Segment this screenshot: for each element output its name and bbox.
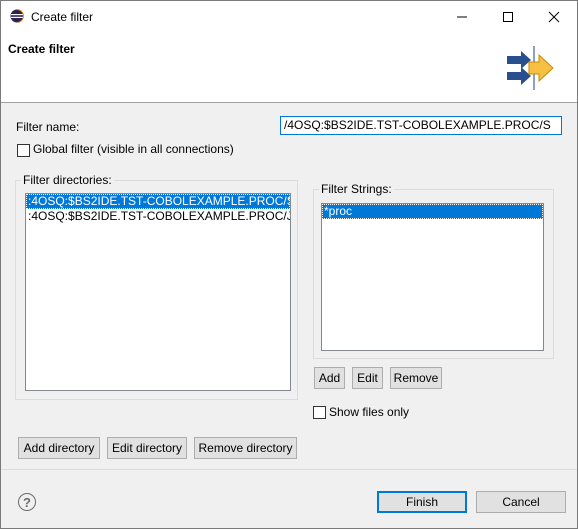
maximize-icon <box>503 11 513 22</box>
global-filter-checkbox[interactable] <box>17 144 30 157</box>
filter-directories-label: Filter directories: <box>21 173 114 187</box>
maximize-button[interactable] <box>485 1 531 32</box>
edit-filter-string-button[interactable]: Edit <box>352 367 383 389</box>
help-icon[interactable]: ? <box>18 493 36 511</box>
cancel-button[interactable]: Cancel <box>476 491 566 513</box>
global-filter-label: Global filter (visible in all connection… <box>33 142 234 156</box>
filter-directories-list[interactable]: :4OSQ:$BS2IDE.TST-COBOLEXAMPLE.PROC/S :4… <box>25 193 291 391</box>
add-filter-string-button[interactable]: Add <box>314 367 345 389</box>
list-item[interactable]: *proc <box>322 204 543 219</box>
filter-name-input[interactable]: /4OSQ:$BS2IDE.TST-COBOLEXAMPLE.PROC/S <box>280 116 562 135</box>
window-title: Create filter <box>31 10 94 24</box>
add-directory-button[interactable]: Add directory <box>18 437 100 459</box>
dialog-body: Filter name: /4OSQ:$BS2IDE.TST-COBOLEXAM… <box>1 103 577 528</box>
list-item[interactable]: :4OSQ:$BS2IDE.TST-COBOLEXAMPLE.PROC/J <box>26 209 290 224</box>
close-icon <box>548 11 560 22</box>
close-button[interactable] <box>531 1 577 32</box>
create-filter-dialog: Create filter Create filter Filter name:… <box>0 0 578 529</box>
footer-separator <box>1 469 577 470</box>
remove-directory-button[interactable]: Remove directory <box>194 437 297 459</box>
wizard-header: Create filter <box>1 32 577 103</box>
title-bar[interactable]: Create filter <box>1 1 577 32</box>
remove-filter-string-button[interactable]: Remove <box>390 367 442 389</box>
wizard-arrows-icon <box>507 46 554 90</box>
filter-strings-label: Filter Strings: <box>319 182 394 196</box>
page-title: Create filter <box>8 42 75 56</box>
eclipse-app-icon <box>10 9 24 23</box>
minimize-icon <box>457 16 467 17</box>
show-files-only-label: Show files only <box>329 405 410 419</box>
edit-directory-button[interactable]: Edit directory <box>107 437 187 459</box>
finish-button[interactable]: Finish <box>377 491 467 513</box>
filter-name-label: Filter name: <box>16 120 80 134</box>
filter-strings-list[interactable]: *proc <box>321 203 544 351</box>
list-item[interactable]: :4OSQ:$BS2IDE.TST-COBOLEXAMPLE.PROC/S <box>26 194 290 209</box>
show-files-only-checkbox[interactable] <box>313 406 326 419</box>
minimize-button[interactable] <box>439 1 485 32</box>
